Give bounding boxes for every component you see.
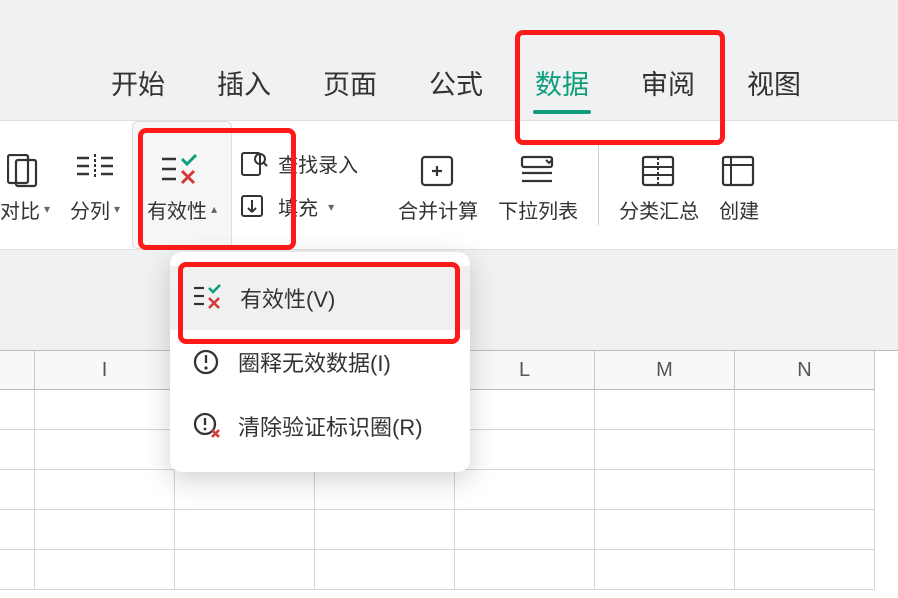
validity-dropdown-menu: 有效性(V) 圈释无效数据(I) 清除验证标识圈(R)	[170, 252, 470, 472]
cell[interactable]	[595, 470, 735, 510]
grid-row	[0, 510, 898, 550]
dropdown-list-label: 下拉列表	[498, 195, 578, 224]
merge-calc-icon	[418, 147, 458, 195]
tab-formula[interactable]: 公式	[423, 53, 489, 112]
validity-label: 有效性	[147, 195, 207, 224]
split-columns-label: 分列	[70, 195, 110, 224]
tab-review[interactable]: 审阅	[635, 53, 701, 112]
merge-calc-label: 合并计算	[398, 195, 478, 224]
create-group-icon	[719, 147, 759, 195]
subtotal-label: 分类汇总	[619, 195, 699, 224]
fill-button[interactable]: 填充 ▾	[240, 192, 358, 221]
cell[interactable]	[595, 390, 735, 430]
col-header-m[interactable]: M	[595, 351, 735, 390]
merge-calc-button[interactable]: 合并计算	[388, 121, 488, 249]
cell[interactable]	[455, 430, 595, 470]
split-columns-icon	[75, 147, 115, 195]
validity-icon	[160, 147, 204, 195]
cell[interactable]	[0, 470, 35, 510]
cell[interactable]	[735, 510, 875, 550]
chevron-down-icon: ▾	[328, 200, 334, 214]
cell[interactable]	[315, 470, 455, 510]
fill-label: 填充	[278, 192, 318, 221]
grid-row	[0, 550, 898, 590]
cell[interactable]	[35, 430, 175, 470]
cell[interactable]	[455, 470, 595, 510]
fill-icon	[240, 194, 268, 220]
cell[interactable]	[315, 550, 455, 590]
cell[interactable]	[35, 510, 175, 550]
tab-view[interactable]: 视图	[741, 53, 807, 112]
cell[interactable]	[35, 550, 175, 590]
tab-insert[interactable]: 插入	[211, 53, 277, 112]
create-group-button[interactable]: 创建	[709, 121, 769, 249]
entry-fill-group: 查找录入 填充 ▾	[234, 121, 364, 249]
dropdown-list-icon	[518, 147, 558, 195]
cell[interactable]	[595, 510, 735, 550]
cell[interactable]	[0, 430, 35, 470]
split-columns-button[interactable]: 分列 ▾	[60, 121, 130, 249]
compare-label: 对比	[0, 195, 40, 224]
cell[interactable]	[595, 550, 735, 590]
chevron-down-icon: ▾	[114, 202, 120, 216]
cell[interactable]	[175, 510, 315, 550]
chevron-up-icon: ▴	[211, 202, 217, 216]
subtotal-button[interactable]: 分类汇总	[609, 121, 709, 249]
menu-item-validity[interactable]: 有效性(V)	[170, 266, 470, 330]
cell[interactable]	[35, 470, 175, 510]
validity-icon	[192, 284, 224, 312]
find-entry-label: 查找录入	[278, 149, 358, 178]
compare-icon	[7, 147, 43, 195]
subtotal-icon	[639, 147, 679, 195]
cell[interactable]	[315, 510, 455, 550]
menu-tabs: 开始 插入 页面 公式 数据 审阅 视图	[0, 0, 898, 120]
cell[interactable]	[0, 510, 35, 550]
clear-circles-icon	[192, 412, 222, 440]
menu-item-circle-invalid[interactable]: 圈释无效数据(I)	[170, 330, 470, 394]
menu-item-clear-circles[interactable]: 清除验证标识圈(R)	[170, 394, 470, 458]
find-entry-button[interactable]: 查找录入	[240, 149, 358, 178]
grid-row	[0, 470, 898, 510]
dropdown-list-button[interactable]: 下拉列表	[488, 121, 588, 249]
cell[interactable]	[175, 550, 315, 590]
col-header[interactable]	[0, 351, 35, 390]
circle-invalid-icon	[192, 348, 222, 376]
divider	[598, 145, 599, 225]
validity-button[interactable]: 有效性 ▴	[132, 121, 232, 249]
cell[interactable]	[0, 390, 35, 430]
cell[interactable]	[595, 430, 735, 470]
create-group-label: 创建	[719, 195, 759, 224]
menu-item-circle-label: 圈释无效数据(I)	[238, 346, 391, 378]
cell[interactable]	[455, 510, 595, 550]
tab-page[interactable]: 页面	[317, 53, 383, 112]
cell[interactable]	[735, 430, 875, 470]
menu-item-validity-label: 有效性(V)	[240, 282, 335, 314]
cell[interactable]	[735, 550, 875, 590]
find-entry-icon	[240, 151, 268, 177]
cell[interactable]	[455, 550, 595, 590]
cell[interactable]	[455, 390, 595, 430]
col-header-l[interactable]: L	[455, 351, 595, 390]
cell[interactable]	[735, 470, 875, 510]
col-header-n[interactable]: N	[735, 351, 875, 390]
cell[interactable]	[735, 390, 875, 430]
tab-start[interactable]: 开始	[105, 53, 171, 112]
chevron-down-icon: ▾	[44, 202, 50, 216]
cell[interactable]	[35, 390, 175, 430]
compare-button[interactable]: 对比 ▾	[0, 121, 60, 249]
cell[interactable]	[0, 550, 35, 590]
menu-item-clear-label: 清除验证标识圈(R)	[238, 410, 423, 442]
col-header-i[interactable]: I	[35, 351, 175, 390]
cell[interactable]	[175, 470, 315, 510]
tab-data[interactable]: 数据	[529, 53, 595, 112]
ribbon-toolbar: 对比 ▾ 分列 ▾ 有效性 ▴ 查找录入	[0, 120, 898, 250]
